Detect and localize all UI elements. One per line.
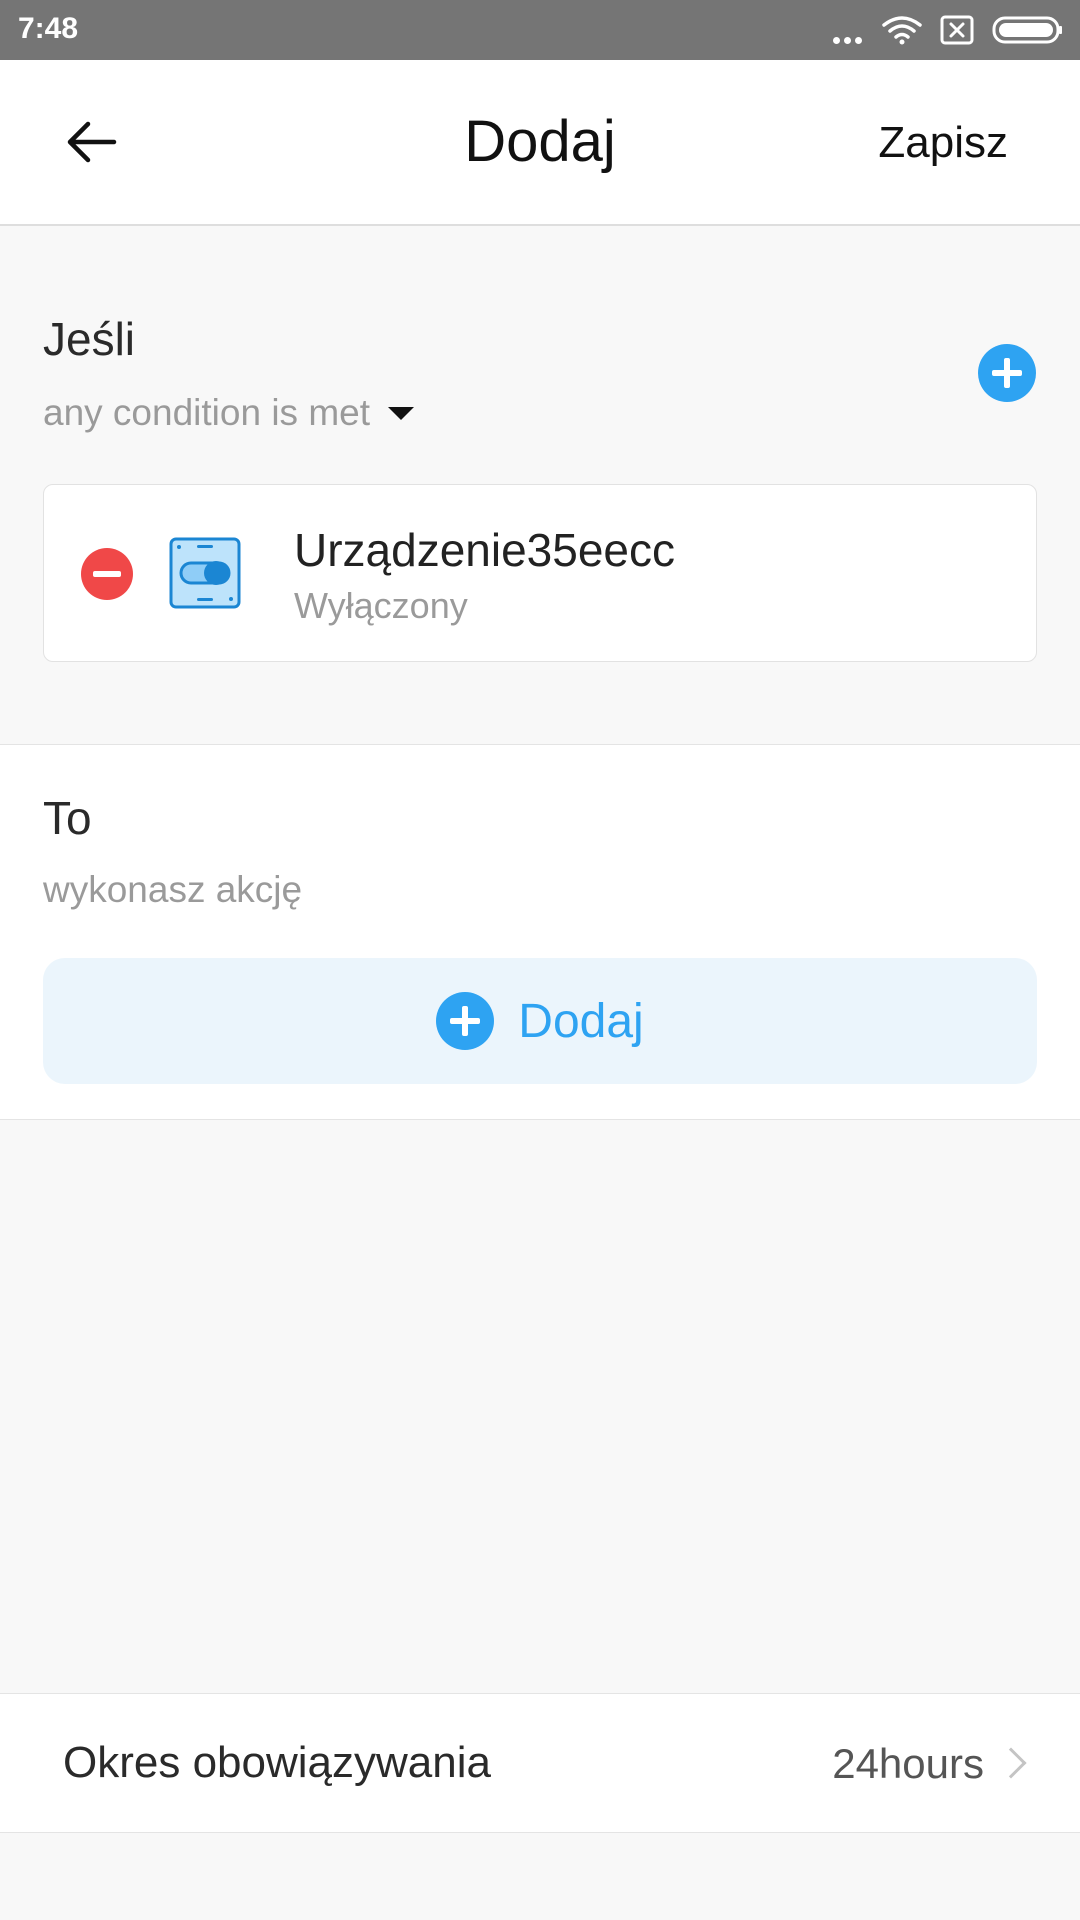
plus-circle-icon xyxy=(436,992,495,1050)
status-time: 7:48 xyxy=(18,12,79,45)
plus-icon xyxy=(978,344,1036,402)
device-name: Urządzenie35eecc xyxy=(294,524,676,576)
scene-create-screen: 7:48 Dodaj Zapisz Jeśli any condition is… xyxy=(0,0,1080,1920)
add-action-button[interactable]: Dodaj xyxy=(43,958,1037,1084)
then-section-subtitle: wykonasz akcję xyxy=(43,869,303,910)
caret-down-icon xyxy=(388,406,415,420)
battery-icon xyxy=(992,16,1062,44)
status-bar: 7:48 xyxy=(0,0,1080,60)
remove-condition-button[interactable] xyxy=(81,548,133,600)
then-section-title: To xyxy=(43,792,92,844)
then-section: To wykonasz akcję Dodaj xyxy=(0,744,1080,1120)
device-state: Wyłączony xyxy=(294,585,468,626)
sim-missing-icon xyxy=(940,15,974,45)
chevron-right-icon xyxy=(995,1747,1027,1779)
wifi-icon xyxy=(882,16,922,45)
add-action-label: Dodaj xyxy=(518,994,644,1048)
validity-period-value: 24hours xyxy=(832,1740,984,1787)
minus-icon xyxy=(93,571,121,577)
status-icons xyxy=(813,12,1064,48)
validity-period-row[interactable]: Okres obowiązywania 24hours xyxy=(0,1693,1080,1833)
more-dots-icon xyxy=(831,16,864,44)
condition-card[interactable]: Urządzenie35eecc Wyłączony xyxy=(43,484,1037,662)
save-button[interactable]: Zapisz xyxy=(878,118,1008,168)
switch-device-icon xyxy=(169,537,241,609)
validity-period-label: Okres obowiązywania xyxy=(63,1738,491,1787)
condition-mode-label: any condition is met xyxy=(43,392,371,433)
add-condition-button[interactable] xyxy=(978,344,1036,402)
condition-mode-dropdown[interactable]: any condition is met xyxy=(43,392,415,434)
if-section-title: Jeśli xyxy=(43,313,136,365)
top-app-bar: Dodaj Zapisz xyxy=(0,60,1080,226)
